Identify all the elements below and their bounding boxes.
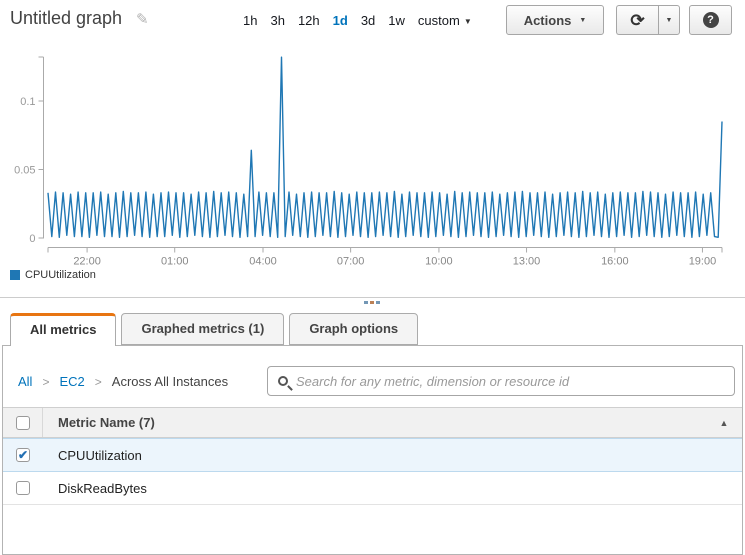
time-range-12h[interactable]: 12h — [298, 13, 320, 28]
svg-text:04:00: 04:00 — [249, 256, 277, 268]
breadcrumb-ec2[interactable]: EC2 — [59, 374, 84, 389]
time-range-1h[interactable]: 1h — [243, 13, 257, 28]
time-range-1w[interactable]: 1w — [388, 13, 405, 28]
time-range-selector: 1h 3h 12h 1d 3d 1w custom▼ — [243, 0, 472, 40]
edit-title-pencil-icon[interactable]: ✎ — [136, 10, 149, 28]
svg-text:0.05: 0.05 — [14, 165, 35, 177]
checkbox-checked[interactable]: ✔ — [16, 448, 30, 462]
metric-search-box — [267, 366, 735, 396]
table-row-cpuutilization[interactable]: ✔ CPUUtilization — [3, 438, 742, 472]
sort-ascending-icon[interactable]: ▲ — [706, 408, 742, 437]
refresh-split-button: ⟳ ▼ — [616, 5, 680, 35]
svg-text:0: 0 — [29, 233, 35, 245]
metric-line-chart[interactable]: 0 0.05 0.1 22:00 01:00 04:00 07:00 10:00 13:00 16… — [0, 40, 745, 270]
svg-text:22:00: 22:00 — [73, 256, 101, 268]
breadcrumb-all[interactable]: All — [18, 374, 32, 389]
refresh-icon: ⟳ — [630, 12, 644, 29]
svg-text:10:00: 10:00 — [425, 256, 453, 268]
breadcrumb-separator: > — [42, 375, 49, 389]
refresh-button[interactable]: ⟳ — [616, 5, 658, 35]
metric-rows: ✔ CPUUtilizationDiskReadBytes — [3, 439, 742, 517]
chart-canvas: 0 0.05 0.1 22:00 01:00 04:00 07:00 10:00 13:00 16… — [0, 40, 745, 270]
tab-graphed-metrics-1[interactable]: Graphed metrics (1) — [121, 313, 284, 345]
time-range-1d[interactable]: 1d — [333, 13, 348, 28]
actions-button-label: Actions — [524, 13, 572, 28]
table-header-row: Metric Name (7) ▲ — [3, 407, 742, 438]
breadcrumb: All > EC2 > Across All Instances — [18, 374, 228, 389]
tab-graph-options[interactable]: Graph options — [289, 313, 418, 345]
graph-title: Untitled graph — [10, 8, 122, 29]
pane-divider — [0, 297, 745, 298]
legend-label[interactable]: CPUUtilization — [25, 269, 96, 281]
search-input[interactable] — [296, 374, 726, 389]
table-row-partial — [3, 505, 742, 517]
chart-legend: CPUUtilization — [10, 269, 96, 281]
refresh-options-button[interactable]: ▼ — [658, 5, 680, 35]
chevron-down-icon: ▼ — [579, 17, 586, 24]
resize-handle-icon[interactable] — [364, 301, 380, 304]
breadcrumb-across-all-instances: Across All Instances — [112, 374, 228, 389]
help-button[interactable]: ? — [689, 5, 732, 35]
breadcrumb-separator: > — [95, 375, 102, 389]
time-range-3h[interactable]: 3h — [270, 13, 284, 28]
all-metrics-pane: All > EC2 > Across All Instances Metric Name… — [2, 345, 743, 555]
svg-text:01:00: 01:00 — [161, 256, 189, 268]
custom-range-dropdown[interactable]: custom▼ — [418, 13, 472, 28]
tab-all-metrics[interactable]: All metrics — [10, 313, 116, 346]
chevron-down-icon: ▼ — [464, 17, 472, 26]
actions-button[interactable]: Actions ▼ — [506, 5, 604, 35]
metric-name: CPUUtilization — [43, 439, 142, 471]
svg-text:0.1: 0.1 — [20, 96, 35, 108]
select-all-checkbox[interactable] — [16, 416, 30, 430]
svg-text:16:00: 16:00 — [601, 256, 629, 268]
metrics-tabs: All metricsGraphed metrics (1)Graph opti… — [10, 313, 418, 345]
table-row-diskreadbytes[interactable]: DiskReadBytes — [3, 472, 742, 505]
svg-text:13:00: 13:00 — [513, 256, 541, 268]
search-icon — [278, 376, 288, 386]
legend-color-swatch — [10, 270, 20, 280]
chevron-down-icon: ▼ — [666, 17, 673, 24]
time-range-3d[interactable]: 3d — [361, 13, 375, 28]
graph-header: Untitled graph ✎ 1h 3h 12h 1d 3d 1w custom▼ Ac… — [0, 0, 745, 40]
svg-text:07:00: 07:00 — [337, 256, 365, 268]
help-icon: ? — [703, 12, 719, 28]
checkbox-unchecked[interactable] — [16, 481, 30, 495]
metric-name-column-header[interactable]: Metric Name (7) — [43, 408, 706, 437]
svg-text:19:00: 19:00 — [689, 256, 717, 268]
metric-name: DiskReadBytes — [43, 472, 147, 504]
